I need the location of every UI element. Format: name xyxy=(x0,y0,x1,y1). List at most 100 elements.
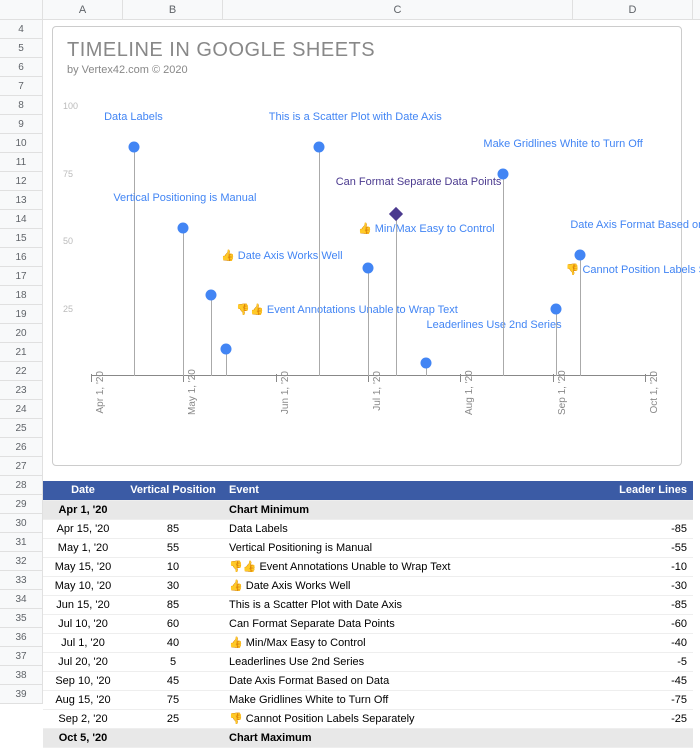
cell-date[interactable]: Jul 20, '20 xyxy=(43,652,123,671)
cell-leader[interactable]: -10 xyxy=(573,557,693,576)
cell-leader[interactable]: -45 xyxy=(573,671,693,690)
cell-leader[interactable]: -40 xyxy=(573,633,693,652)
cell-date[interactable]: Jul 10, '20 xyxy=(43,614,123,633)
data-point[interactable] xyxy=(178,222,189,233)
data-point[interactable] xyxy=(221,344,232,355)
table-row[interactable]: Apr 15, '2085Data Labels-85 xyxy=(43,519,693,538)
data-point[interactable] xyxy=(421,357,432,368)
cell-vpos[interactable]: 5 xyxy=(123,652,223,671)
cell-leader[interactable]: -85 xyxy=(573,595,693,614)
row-header[interactable]: 5 xyxy=(0,39,42,58)
table-row[interactable]: Jun 15, '2085This is a Scatter Plot with… xyxy=(43,595,693,614)
row-header[interactable]: 29 xyxy=(0,495,42,514)
cell-date[interactable]: Apr 1, '20 xyxy=(43,500,123,519)
row-header[interactable]: 33 xyxy=(0,571,42,590)
cell-leader[interactable]: -5 xyxy=(573,652,693,671)
cell-date[interactable]: May 10, '20 xyxy=(43,576,123,595)
header-event[interactable]: Event xyxy=(223,481,573,500)
cell-date[interactable]: May 15, '20 xyxy=(43,557,123,576)
cell-vpos[interactable] xyxy=(123,728,223,747)
table-row[interactable]: Sep 2, '2025👎 Cannot Position Labels Sep… xyxy=(43,709,693,728)
row-header[interactable]: 28 xyxy=(0,476,42,495)
cell-event[interactable]: Chart Maximum xyxy=(223,728,573,747)
cell-vpos[interactable]: 60 xyxy=(123,614,223,633)
row-header[interactable]: 37 xyxy=(0,647,42,666)
row-header[interactable]: 31 xyxy=(0,533,42,552)
header-vpos[interactable]: Vertical Position xyxy=(123,481,223,500)
row-header[interactable]: 8 xyxy=(0,96,42,115)
cell-leader[interactable]: -55 xyxy=(573,538,693,557)
cell-date[interactable]: Jul 1, '20 xyxy=(43,633,123,652)
table-row[interactable]: Apr 1, '20 Chart Minimum xyxy=(43,500,693,519)
cell-leader[interactable]: -25 xyxy=(573,709,693,728)
row-header[interactable]: 9 xyxy=(0,115,42,134)
table-row[interactable]: Jul 1, '2040👍 Min/Max Easy to Control-40 xyxy=(43,633,693,652)
row-header[interactable]: 4 xyxy=(0,20,42,39)
cell-date[interactable]: Oct 5, '20 xyxy=(43,728,123,747)
row-header[interactable]: 21 xyxy=(0,343,42,362)
row-header[interactable]: 20 xyxy=(0,324,42,343)
cell-event[interactable]: 👎👍 Event Annotations Unable to Wrap Text xyxy=(223,557,573,576)
cell-vpos[interactable] xyxy=(123,500,223,519)
cell-date[interactable]: Sep 2, '20 xyxy=(43,709,123,728)
row-header[interactable]: 19 xyxy=(0,305,42,324)
cell-event[interactable]: Chart Minimum xyxy=(223,500,573,519)
cell-vpos[interactable]: 10 xyxy=(123,557,223,576)
table-row[interactable]: Oct 5, '20 Chart Maximum xyxy=(43,728,693,747)
row-header[interactable]: 24 xyxy=(0,400,42,419)
cell-leader[interactable]: -60 xyxy=(573,614,693,633)
cell-vpos[interactable]: 45 xyxy=(123,671,223,690)
cell-vpos[interactable]: 85 xyxy=(123,595,223,614)
cell-event[interactable]: Can Format Separate Data Points xyxy=(223,614,573,633)
cell-leader[interactable]: -30 xyxy=(573,576,693,595)
cell-event[interactable]: Vertical Positioning is Manual xyxy=(223,538,573,557)
cell-event[interactable]: This is a Scatter Plot with Date Axis xyxy=(223,595,573,614)
row-header[interactable]: 12 xyxy=(0,172,42,191)
timeline-chart[interactable]: TIMELINE IN GOOGLE SHEETS by Vertex42.co… xyxy=(52,26,682,466)
cell-date[interactable]: Apr 15, '20 xyxy=(43,519,123,538)
col-header-D[interactable]: D xyxy=(573,0,693,19)
data-point[interactable] xyxy=(206,290,217,301)
data-point[interactable] xyxy=(575,249,586,260)
cell-vpos[interactable]: 25 xyxy=(123,709,223,728)
row-header[interactable]: 15 xyxy=(0,229,42,248)
cell-vpos[interactable]: 85 xyxy=(123,519,223,538)
col-header-C[interactable]: C xyxy=(223,0,573,19)
row-header[interactable]: 39 xyxy=(0,685,42,704)
row-header[interactable]: 13 xyxy=(0,191,42,210)
data-point[interactable] xyxy=(550,303,561,314)
cell-event[interactable]: 👍 Date Axis Works Well xyxy=(223,576,573,595)
row-header[interactable]: 17 xyxy=(0,267,42,286)
row-header[interactable]: 11 xyxy=(0,153,42,172)
col-header-A[interactable]: A xyxy=(43,0,123,19)
row-header[interactable]: 34 xyxy=(0,590,42,609)
cell-event[interactable]: Date Axis Format Based on Data xyxy=(223,671,573,690)
table-header-row[interactable]: Date Vertical Position Event Leader Line… xyxy=(43,481,693,500)
row-header[interactable]: 30 xyxy=(0,514,42,533)
row-header[interactable]: 10 xyxy=(0,134,42,153)
table-row[interactable]: May 10, '2030👍 Date Axis Works Well-30 xyxy=(43,576,693,595)
data-table[interactable]: Date Vertical Position Event Leader Line… xyxy=(43,481,693,748)
cell-leader[interactable]: -85 xyxy=(573,519,693,538)
data-point[interactable] xyxy=(498,168,509,179)
row-header[interactable]: 22 xyxy=(0,362,42,381)
data-point[interactable] xyxy=(389,207,403,221)
table-row[interactable]: Jul 10, '2060Can Format Separate Data Po… xyxy=(43,614,693,633)
cell-leader[interactable] xyxy=(573,500,693,519)
data-point[interactable] xyxy=(129,141,140,152)
row-header[interactable]: 6 xyxy=(0,58,42,77)
row-header[interactable]: 36 xyxy=(0,628,42,647)
data-point[interactable] xyxy=(313,141,324,152)
cell-vpos[interactable]: 55 xyxy=(123,538,223,557)
table-row[interactable]: May 15, '2010👎👍 Event Annotations Unable… xyxy=(43,557,693,576)
row-header[interactable]: 35 xyxy=(0,609,42,628)
row-header[interactable]: 25 xyxy=(0,419,42,438)
cell-vpos[interactable]: 30 xyxy=(123,576,223,595)
table-row[interactable]: Jul 20, '205Leaderlines Use 2nd Series-5 xyxy=(43,652,693,671)
row-header[interactable]: 16 xyxy=(0,248,42,267)
col-header-B[interactable]: B xyxy=(123,0,223,19)
cell-leader[interactable] xyxy=(573,728,693,747)
cell-date[interactable]: Jun 15, '20 xyxy=(43,595,123,614)
data-point[interactable] xyxy=(362,263,373,274)
cell-date[interactable]: Sep 10, '20 xyxy=(43,671,123,690)
